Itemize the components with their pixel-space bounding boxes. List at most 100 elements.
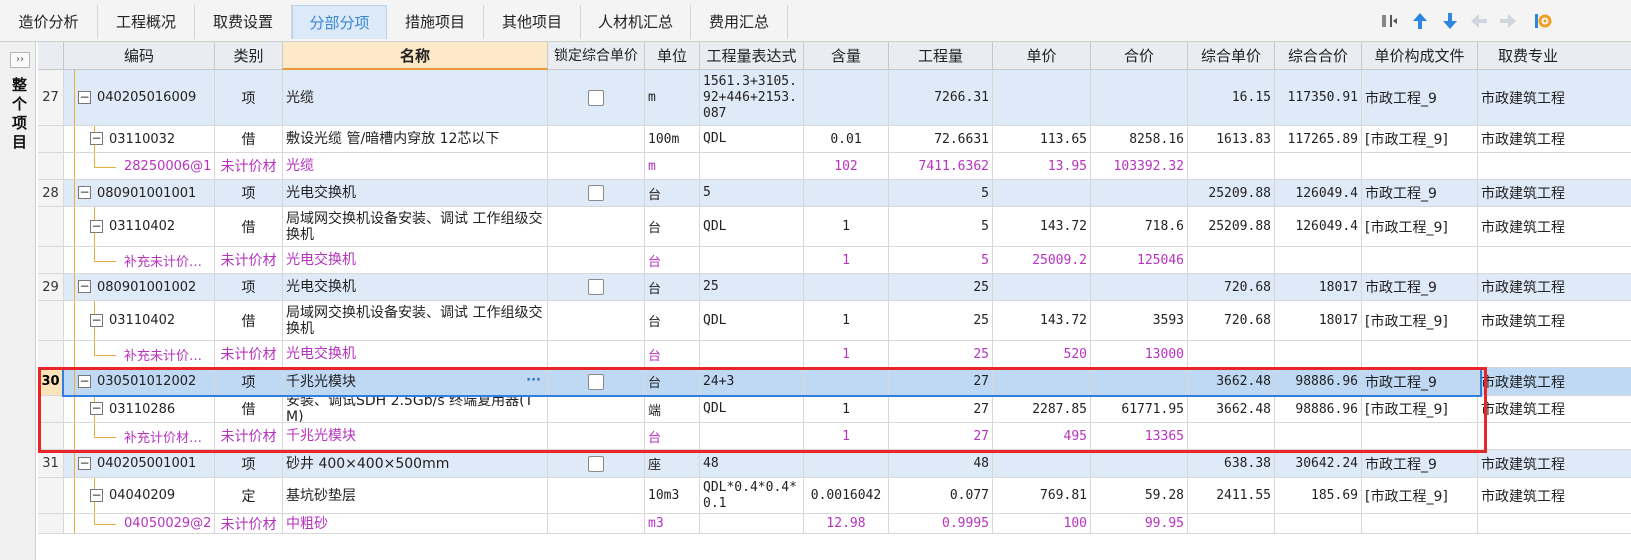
cell-ctotal[interactable]: 126049.4 [1275,207,1362,246]
cell-total[interactable] [1091,274,1188,300]
cell-price[interactable] [993,450,1091,477]
cell-lock[interactable] [548,368,645,395]
cell-unit[interactable]: m [645,70,700,125]
cell-expr[interactable] [700,423,804,449]
collapse-icon[interactable]: − [90,313,103,327]
collapse-icon[interactable]: − [90,488,103,502]
cell-spec[interactable]: 市政建筑工程 [1478,70,1631,125]
cell-lock[interactable] [548,274,645,300]
cell-total[interactable]: 3593 [1091,301,1188,340]
cell-name[interactable]: 光电交换机 [283,341,548,367]
cell-ctotal[interactable] [1275,247,1362,273]
cell-spec[interactable]: 市政建筑工程 [1478,207,1631,246]
header-combined-price[interactable]: 综合单价 [1188,42,1275,70]
cell-file[interactable] [1362,514,1478,533]
cell-qty[interactable]: 5 [889,247,993,273]
cell-price[interactable]: 495 [993,423,1091,449]
cell-name[interactable]: 局域网交换机设备安装、调试 工作组级交换机 [283,207,548,246]
table-row[interactable]: 28 −080901001001 项 光电交换机 台 5 5 25209.88 126049.4… [38,180,1631,207]
cell-unit[interactable]: m [645,153,700,179]
cell-ctotal[interactable]: 30642.24 [1275,450,1362,477]
cell-spec[interactable]: 市政建筑工程 [1478,368,1631,395]
cell-spec[interactable]: 市政建筑工程 [1478,126,1631,152]
collapse-icon[interactable]: − [78,186,91,199]
cell-spec[interactable] [1478,153,1631,179]
cell-ctotal[interactable] [1275,153,1362,179]
cell-cprice[interactable]: 25209.88 [1188,207,1275,246]
cell-lock[interactable] [548,423,645,449]
cell-content[interactable] [804,70,889,125]
cell-ctotal[interactable] [1275,514,1362,533]
cell-price[interactable] [993,274,1091,300]
cell-name[interactable]: 局域网交换机设备安装、调试 工作组级交换机 [283,301,548,340]
table-row[interactable]: 补充未计价… 未计价材 光电交换机 台 1 25 520 13000 [38,341,1631,368]
cell-qty[interactable]: 0.9995 [889,514,993,533]
table-row[interactable]: −04040209 定 基坑砂垫层 10m3 QDL*0.4*0.4*0.1 0.0016… [38,478,1631,514]
cell-qty[interactable]: 5 [889,180,993,206]
cell-file[interactable]: 市政工程_9 [1362,274,1478,300]
cell-expr[interactable]: QDL*0.4*0.4*0.1 [700,478,804,513]
cell-content[interactable]: 1 [804,341,889,367]
cell-file[interactable] [1362,247,1478,273]
cell-cat[interactable]: 项 [215,274,283,300]
cell-total[interactable]: 59.28 [1091,478,1188,513]
cell-qty[interactable]: 5 [889,207,993,246]
cell-spec[interactable]: 市政建筑工程 [1478,450,1631,477]
cell-cprice[interactable]: 25209.88 [1188,180,1275,206]
cell-cprice[interactable]: 720.68 [1188,274,1275,300]
cell-expr[interactable] [700,153,804,179]
collapse-icon[interactable]: − [90,132,103,145]
cell-unit[interactable]: 端 [645,396,700,422]
cell-lock[interactable] [548,126,645,152]
cell-qty[interactable]: 7411.6362 [889,153,993,179]
cell-lock[interactable] [548,301,645,340]
cell-content[interactable]: 12.98 [804,514,889,533]
cell-spec[interactable]: 市政建筑工程 [1478,180,1631,206]
cell-file[interactable]: 市政工程_9 [1362,180,1478,206]
more-options-icon[interactable]: ··· [526,373,541,389]
cell-cat[interactable]: 未计价材 [215,423,283,449]
cell-code[interactable]: −040205001001 [64,450,215,477]
cell-cat[interactable]: 借 [215,126,283,152]
cell-file[interactable] [1362,341,1478,367]
cell-price[interactable]: 13.95 [993,153,1091,179]
lock-price-checkbox[interactable] [588,373,604,390]
arrow-down-icon[interactable] [1439,10,1461,32]
cell-file[interactable]: [市政工程_9] [1362,207,1478,246]
cell-code[interactable]: 补充计价材… [64,423,215,449]
cell-unit[interactable]: 台 [645,301,700,340]
cell-code[interactable]: 补充未计价… [64,341,215,367]
cell-unit[interactable]: 10m3 [645,478,700,513]
cell-code[interactable]: −03110402 [64,207,215,246]
cell-lock[interactable] [548,341,645,367]
cell-expr[interactable]: QDL [700,396,804,422]
table-row[interactable]: −03110032 借 敷设光缆 管/暗槽内穿放 12芯以下 100m QDL 0.01 7… [38,126,1631,153]
cell-total[interactable]: 718.6 [1091,207,1188,246]
cell-ctotal[interactable] [1275,341,1362,367]
header-fee-spec[interactable]: 取费专业 [1478,42,1631,70]
collapse-icon[interactable]: − [78,374,91,388]
tab-cost-analysis[interactable]: 造价分析 [0,5,98,39]
cell-ctotal[interactable]: 98886.96 [1275,368,1362,395]
table-row[interactable]: 30 −030501012002 项 千兆光模块 ··· 台 24+3 27 3662.48 98… [38,368,1631,396]
header-total[interactable]: 合价 [1091,42,1188,70]
settings-icon[interactable] [1533,10,1555,32]
cell-qty[interactable]: 25 [889,341,993,367]
header-code[interactable]: 编码 [64,42,215,70]
cell-content[interactable]: 0.01 [804,126,889,152]
cell-spec[interactable] [1478,423,1631,449]
cell-cprice[interactable]: 2411.55 [1188,478,1275,513]
cell-spec[interactable] [1478,247,1631,273]
cell-name[interactable]: 敷设光缆 管/暗槽内穿放 12芯以下 [283,126,548,152]
cell-spec[interactable]: 市政建筑工程 [1478,478,1631,513]
cell-ctotal[interactable]: 117350.91 [1275,70,1362,125]
cell-lock[interactable] [548,514,645,533]
arrow-up-icon[interactable] [1409,10,1431,32]
cell-code[interactable]: 补充未计价… [64,247,215,273]
cell-spec[interactable]: 市政建筑工程 [1478,274,1631,300]
cell-ctotal[interactable]: 18017 [1275,274,1362,300]
cell-total[interactable] [1091,70,1188,125]
tab-labor-material-summary[interactable]: 人材机汇总 [581,5,691,39]
cell-code[interactable]: −03110286 [64,396,215,422]
cell-expr[interactable]: QDL [700,126,804,152]
